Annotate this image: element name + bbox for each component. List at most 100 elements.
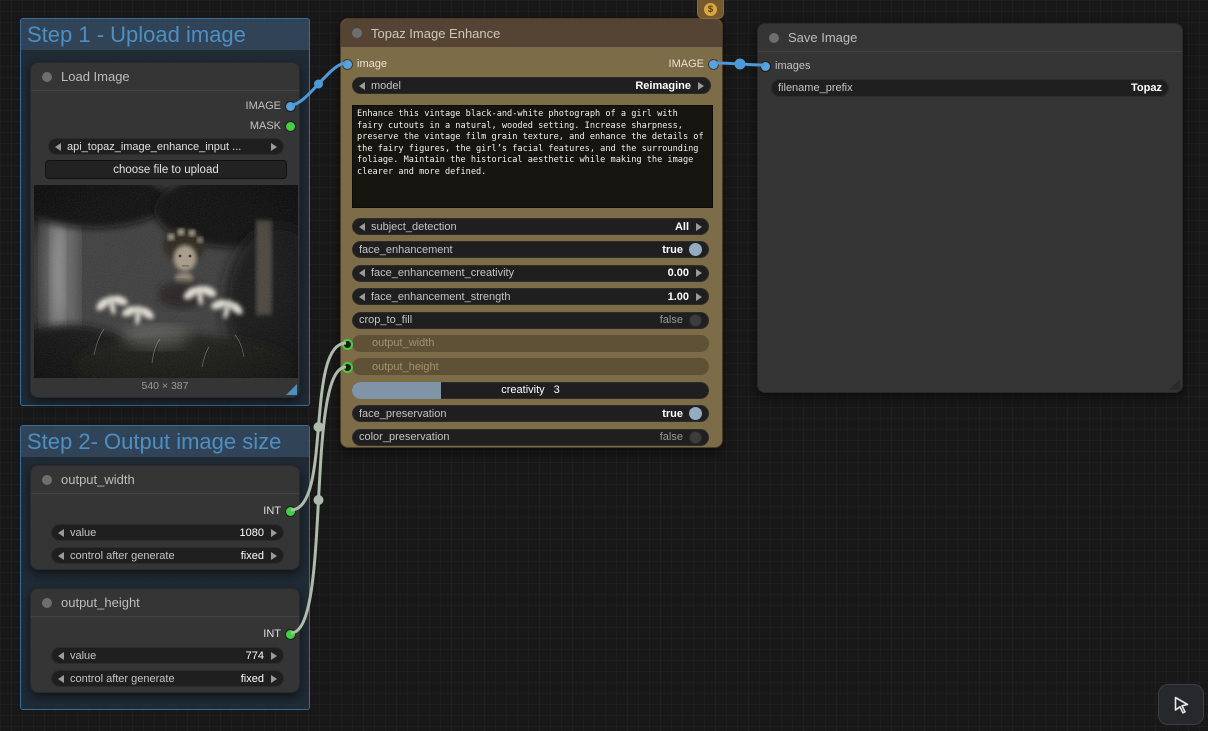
image-output-socket[interactable] [709,60,718,69]
control-after-generate-widget[interactable]: control after generate fixed [51,547,284,564]
combo-next-icon[interactable] [271,675,277,683]
output-label-int: INT [263,505,281,517]
value-number-widget[interactable]: value 774 [51,647,284,664]
node-save-image: Save Image images filename_prefix Topaz [757,23,1183,393]
output-label-image: IMAGE [246,100,281,112]
widget-face-enhancement[interactable]: face_enhancement true [352,241,709,258]
widget-face-preservation[interactable]: face_preservation true [352,405,709,422]
filename-prefix-value: Topaz [1131,82,1162,94]
mask-output-socket[interactable] [286,122,295,131]
group-step1-title: Step 1 - Upload image [27,22,246,48]
node-save-image-header[interactable]: Save Image [758,24,1182,52]
widget-face-enhancement-strength[interactable]: face_enhancement_strength 1.00 [352,288,709,305]
choose-file-button-label: choose file to upload [113,164,219,176]
int-output-socket[interactable] [286,507,295,516]
image-file-combo-value: api_topaz_image_enhance_input ... [67,141,241,153]
collapse-dot-icon[interactable] [352,28,362,38]
model-label: model [371,80,401,92]
combo-prev-icon[interactable] [55,143,61,151]
combo-next-icon[interactable] [271,552,277,560]
input-label-image: image [357,58,387,70]
image-input-socket[interactable] [343,60,352,69]
widget-crop-to-fill[interactable]: crop_to_fill false [352,312,709,329]
output-slot-int: INT [263,626,295,642]
combo-next-icon[interactable] [696,223,702,231]
widget-output-height-input: output_height [352,358,709,375]
combo-prev-icon[interactable] [58,675,64,683]
value-number: 774 [246,650,264,662]
toggle-on-icon[interactable] [689,243,702,256]
decrement-arrow-icon[interactable] [58,652,64,660]
combo-prev-icon[interactable] [58,552,64,560]
increment-arrow-icon[interactable] [696,269,702,277]
pointer-tool-button[interactable] [1158,684,1204,725]
model-combo-widget[interactable]: model Reimagine [352,77,711,94]
node-load-image-title: Load Image [61,69,130,84]
widget-output-width-input: output_width [352,335,709,352]
output-label-image: IMAGE [669,58,704,70]
node-save-image-title: Save Image [788,30,857,45]
increment-arrow-icon[interactable] [271,529,277,537]
link-midpoint-dot[interactable] [735,59,746,70]
node-output-height-header[interactable]: output_height [31,589,299,617]
widget-subject-detection[interactable]: subject_detection All [352,218,709,235]
output-slot-mask: MASK [250,118,295,134]
decrement-arrow-icon[interactable] [58,529,64,537]
value-label: value [70,650,96,662]
filename-prefix-widget[interactable]: filename_prefix Topaz [771,79,1169,97]
int-output-socket[interactable] [286,630,295,639]
control-after-generate-widget[interactable]: control after generate fixed [51,670,284,687]
dollar-coin-icon: $ [704,3,717,16]
widget-face-enhancement-creativity[interactable]: face_enhancement_creativity 0.00 [352,265,709,282]
increment-arrow-icon[interactable] [271,652,277,660]
link-midpoint-dot[interactable] [314,80,323,89]
image-file-combo[interactable]: api_topaz_image_enhance_input ... [48,138,284,155]
decrement-arrow-icon[interactable] [359,293,365,301]
collapse-dot-icon[interactable] [769,33,779,43]
collapse-dot-icon[interactable] [42,72,52,82]
input-label-images: images [775,60,810,72]
decrement-arrow-icon[interactable] [359,269,365,277]
link-midpoint-dot[interactable] [314,422,324,432]
widget-color-preservation[interactable]: color_preservation false [352,429,709,446]
node-topaz-header[interactable]: Topaz Image Enhance [341,19,722,47]
combo-prev-icon[interactable] [359,223,365,231]
output-height-input-socket[interactable] [342,362,353,373]
toggle-on-icon[interactable] [689,407,702,420]
combo-next-icon[interactable] [271,143,277,151]
images-input-socket[interactable] [761,62,770,71]
choose-file-button[interactable]: choose file to upload [45,160,287,179]
output-slot-int: INT [263,503,295,519]
combo-prev-icon[interactable] [359,82,365,90]
value-number-widget[interactable]: value 1080 [51,524,284,541]
node-topaz-image-enhance: Topaz Image Enhance image IMAGE model Re… [340,18,723,448]
toggle-off-icon[interactable] [689,314,702,327]
group-step1-header[interactable]: Step 1 - Upload image [21,19,309,50]
output-slot-image: IMAGE [669,56,718,72]
image-output-socket[interactable] [286,102,295,111]
node-resize-grip[interactable] [1169,379,1180,390]
input-slot-images: images [761,58,810,74]
output-slot-image: IMAGE [246,98,295,114]
toggle-off-icon[interactable] [689,431,702,444]
node-output-height: output_height INT value 774 control afte… [30,588,300,693]
collapse-dot-icon[interactable] [42,475,52,485]
widget-creativity-slider[interactable]: creativity 3 [352,382,709,399]
node-load-image-header[interactable]: Load Image [31,63,299,91]
group-step2-header[interactable]: Step 2- Output image size [21,426,309,457]
widget-stack: subject_detection All face_enhancement t… [352,218,709,446]
filename-prefix-label: filename_prefix [778,82,853,94]
prompt-textarea[interactable]: Enhance this vintage black-and-white pho… [352,105,713,208]
node-output-width-header[interactable]: output_width [31,466,299,494]
control-label: control after generate [70,550,175,562]
model-value: Reimagine [635,80,691,92]
link-midpoint-dot[interactable] [314,495,324,505]
combo-next-icon[interactable] [698,82,704,90]
cursor-arrow-icon [1169,693,1193,717]
value-number: 1080 [240,527,264,539]
node-resize-grip[interactable] [286,384,297,395]
control-value: fixed [241,673,264,685]
collapse-dot-icon[interactable] [42,598,52,608]
increment-arrow-icon[interactable] [696,293,702,301]
output-width-input-socket[interactable] [342,339,353,350]
